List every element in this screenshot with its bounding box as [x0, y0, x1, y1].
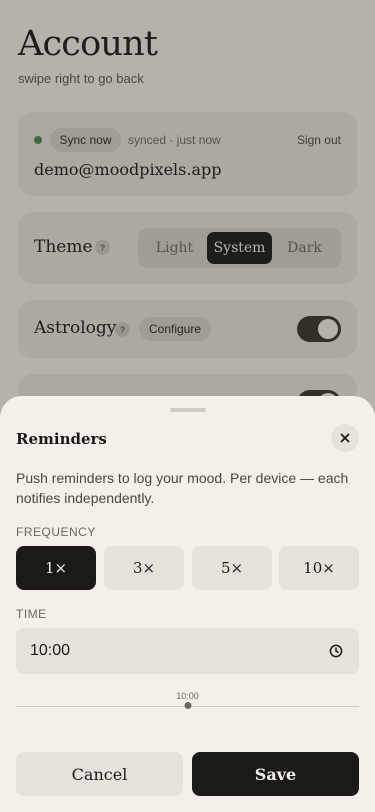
sheet-title: Reminders: [16, 430, 107, 448]
time-slider-label: 10:00: [176, 691, 199, 701]
save-button[interactable]: Save: [192, 752, 359, 796]
frequency-option-5x[interactable]: 5×: [192, 546, 272, 590]
time-value: 10:00: [30, 642, 71, 659]
cancel-button[interactable]: Cancel: [16, 752, 183, 796]
time-slider-thumb[interactable]: [184, 702, 191, 709]
frequency-option-10x[interactable]: 10×: [279, 546, 359, 590]
sheet-description: Push reminders to log your mood. Per dev…: [16, 470, 349, 506]
reminders-sheet: Reminders Push reminders to log your moo…: [0, 396, 375, 812]
sheet-grabber[interactable]: [170, 408, 206, 412]
time-label: TIME: [16, 607, 47, 621]
frequency-label: FREQUENCY: [16, 525, 96, 539]
frequency-option-1x[interactable]: 1×: [16, 546, 96, 590]
frequency-option-3x[interactable]: 3×: [104, 546, 184, 590]
close-button[interactable]: [331, 424, 359, 452]
close-icon: [340, 433, 350, 443]
clock-icon: [329, 644, 343, 658]
time-input[interactable]: 10:00: [16, 628, 359, 674]
